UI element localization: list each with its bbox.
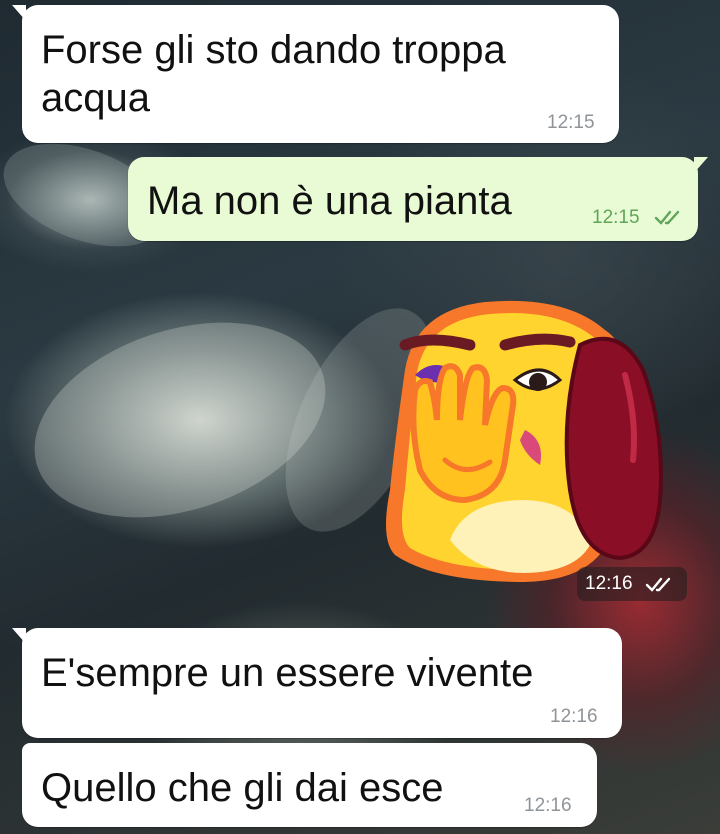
message-bubble-incoming[interactable]: E'sempre un essere vivente 12:16 <box>12 628 622 738</box>
message-timestamp: 12:15 <box>547 112 595 133</box>
message-timestamp: 12:15 <box>592 207 640 228</box>
message-timestamp: 12:16 <box>550 706 598 727</box>
sticker-timestamp-pill: 12:16 <box>577 567 687 601</box>
message-text: E'sempre un essere vivente <box>41 651 534 695</box>
double-check-read-icon <box>645 577 671 592</box>
message-text-line: Forse gli sto dando troppa <box>41 28 506 72</box>
message-timestamp: 12:16 <box>524 795 572 816</box>
bubble-tail <box>12 628 26 644</box>
message-text: Ma non è una pianta <box>147 179 512 223</box>
message-timestamp: 12:16 <box>585 573 633 594</box>
message-text-line: acqua <box>41 76 150 120</box>
message-bubble-incoming[interactable]: Quello che gli dai esce 12:16 <box>22 743 597 827</box>
chat-background: Forse gli sto dando troppa acqua 12:15 M… <box>0 0 720 834</box>
message-bubble-outgoing[interactable]: Ma non è una pianta 12:15 <box>128 157 708 241</box>
message-bubble-incoming[interactable]: Forse gli sto dando troppa acqua 12:15 <box>12 5 619 143</box>
bubble-tail <box>12 5 26 21</box>
message-text: Quello che gli dai esce <box>41 766 444 810</box>
facepalm-dog-sticker[interactable] <box>375 290 680 590</box>
double-check-read-icon <box>654 210 680 225</box>
bubble-tail <box>694 157 708 173</box>
